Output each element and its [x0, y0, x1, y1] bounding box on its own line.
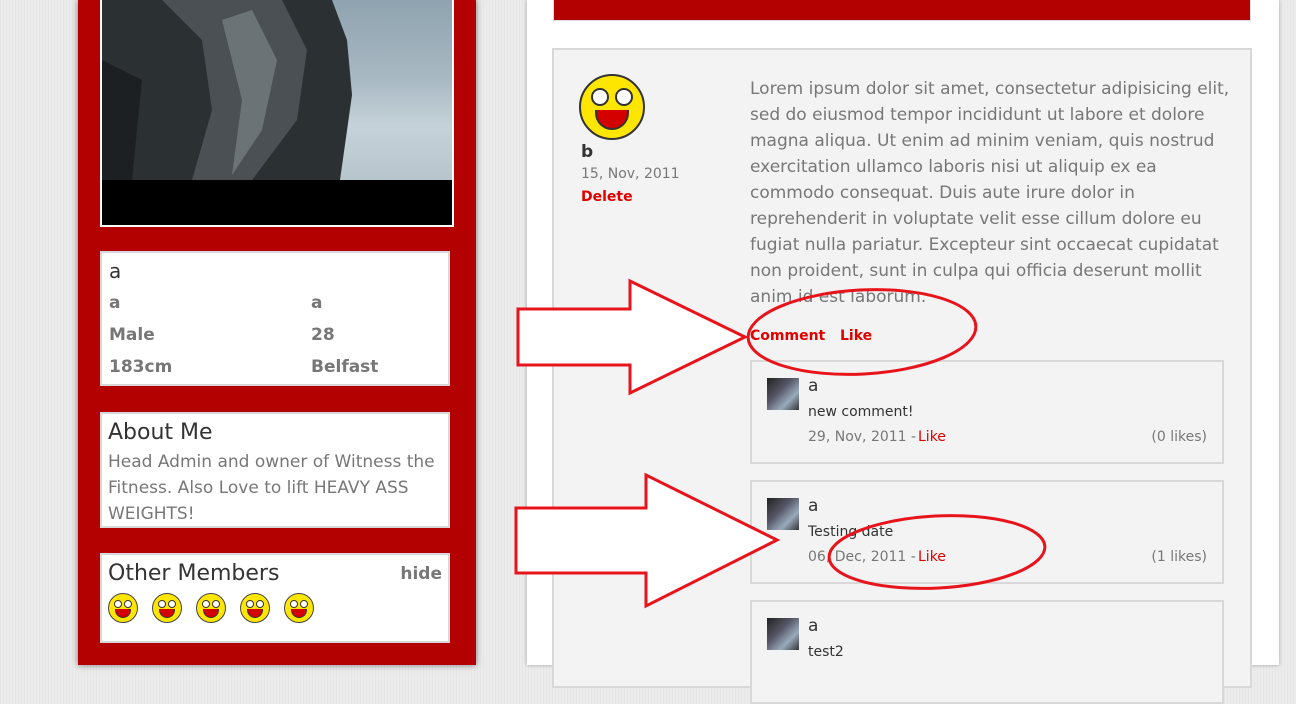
about-me-text: Head Admin and owner of Witness the Fitn…: [108, 452, 435, 524]
profile-field: a: [109, 293, 121, 313]
about-me-title: About Me: [108, 420, 213, 445]
hide-members-link[interactable]: hide: [400, 564, 442, 584]
commenter-avatar[interactable]: [767, 618, 799, 650]
commenter-avatar[interactable]: [767, 378, 799, 410]
profile-photo-image: [102, 0, 452, 180]
commenter-avatar[interactable]: [767, 498, 799, 530]
post-card: b 15, Nov, 2011 Delete Lorem ipsum dolor…: [552, 48, 1252, 704]
member-avatar-smiley-icon[interactable]: [284, 593, 314, 623]
comment-item: a new comment! 29, Nov, 2011 - Like (0 l…: [750, 360, 1224, 464]
profile-name: a: [109, 259, 122, 283]
member-avatar-smiley-icon[interactable]: [240, 593, 270, 623]
comment-text: new comment!: [808, 404, 914, 420]
main-content: b 15, Nov, 2011 Delete Lorem ipsum dolor…: [527, 0, 1279, 704]
about-me-box: About Me Head Admin and owner of Witness…: [100, 412, 450, 528]
profile-height: 183cm: [109, 357, 173, 377]
post-author[interactable]: b: [581, 142, 593, 162]
profile-field: a: [311, 293, 323, 313]
comment-like-count: (1 likes): [1151, 549, 1207, 565]
comment-link[interactable]: Comment: [750, 328, 825, 344]
like-comment-link[interactable]: Like: [918, 549, 946, 565]
comment-item: a test2: [750, 600, 1224, 704]
post-body-text: Lorem ipsum dolor sit amet, consectetur …: [750, 79, 1230, 307]
commenter-name[interactable]: a: [808, 496, 818, 516]
profile-photo: [100, 0, 454, 227]
comment-text: Testing date: [808, 524, 894, 540]
other-members-box: Other Members hide: [100, 553, 450, 643]
comment-text: test2: [808, 644, 844, 660]
delete-post-link[interactable]: Delete: [581, 189, 633, 205]
like-comment-link[interactable]: Like: [918, 429, 946, 445]
commenter-name[interactable]: a: [808, 616, 818, 636]
profile-sidebar: a a a Male 28 183cm Belfast About Me Hea…: [78, 0, 476, 665]
comment-like-count: (0 likes): [1151, 429, 1207, 445]
comment-item: a Testing date 06, Dec, 2011 - Like (1 l…: [750, 480, 1224, 584]
member-avatar-smiley-icon[interactable]: [152, 593, 182, 623]
post-date: 15, Nov, 2011: [581, 166, 680, 182]
commenter-name[interactable]: a: [808, 376, 818, 396]
author-avatar-smiley-icon[interactable]: [579, 74, 645, 140]
hooded-figure-image: [102, 0, 352, 180]
top-bar: [553, 0, 1251, 21]
profile-location: Belfast: [311, 357, 379, 377]
profile-gender: Male: [109, 325, 155, 345]
profile-info-box: a a a Male 28 183cm Belfast: [100, 251, 450, 386]
comment-date: 29, Nov, 2011 -: [808, 429, 917, 445]
member-avatar-smiley-icon[interactable]: [196, 593, 226, 623]
member-avatar-smiley-icon[interactable]: [108, 593, 138, 623]
member-list: [108, 593, 314, 623]
comment-date: 06, Dec, 2011 -: [808, 549, 916, 565]
like-post-link[interactable]: Like: [840, 328, 872, 344]
other-members-title: Other Members: [108, 561, 280, 586]
profile-age: 28: [311, 325, 335, 345]
